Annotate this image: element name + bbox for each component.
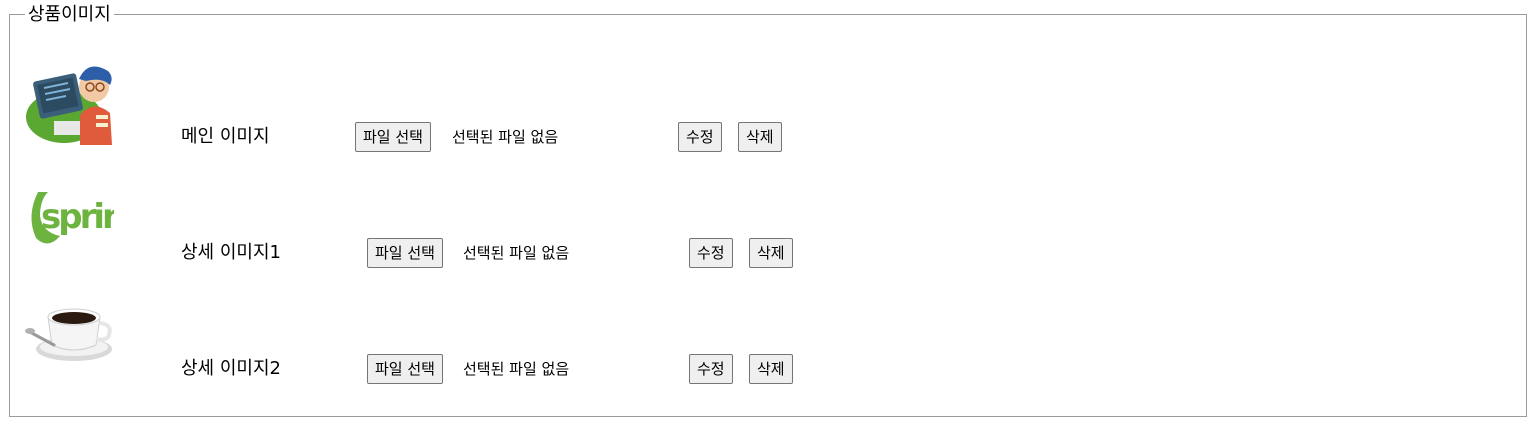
fieldset-legend: 상품이미지 <box>25 4 114 26</box>
detail-image2-delete-button[interactable]: 삭제 <box>749 354 793 384</box>
spring-logo-text: spring <box>41 197 114 237</box>
developer-illustration-icon <box>26 66 112 145</box>
detail-image2-file-status: 선택된 파일 없음 <box>463 360 570 378</box>
main-image-label: 메인 이미지 <box>181 126 270 147</box>
detail-image1-file-select-button[interactable]: 파일 선택 <box>367 238 443 268</box>
detail-image1-delete-button[interactable]: 삭제 <box>749 238 793 268</box>
main-image-thumbnail <box>24 55 114 145</box>
detail-image1-thumbnail: spring <box>24 170 114 260</box>
detail-image1-edit-button[interactable]: 수정 <box>689 238 733 268</box>
detail-image1-file-status: 선택된 파일 없음 <box>463 244 570 262</box>
detail-image2-file-select-button[interactable]: 파일 선택 <box>367 354 443 384</box>
main-image-edit-button[interactable]: 수정 <box>678 122 722 152</box>
main-image-file-select-button[interactable]: 파일 선택 <box>355 122 431 152</box>
detail-image2-label: 상세 이미지2 <box>181 358 281 379</box>
detail-image2-thumbnail <box>24 287 114 377</box>
spring-logo-icon: spring <box>31 192 114 244</box>
detail-image1-label: 상세 이미지1 <box>181 242 281 263</box>
main-image-file-status: 선택된 파일 없음 <box>452 128 559 146</box>
main-image-delete-button[interactable]: 삭제 <box>738 122 782 152</box>
coffee-cup-icon <box>25 308 112 361</box>
detail-image2-edit-button[interactable]: 수정 <box>689 354 733 384</box>
